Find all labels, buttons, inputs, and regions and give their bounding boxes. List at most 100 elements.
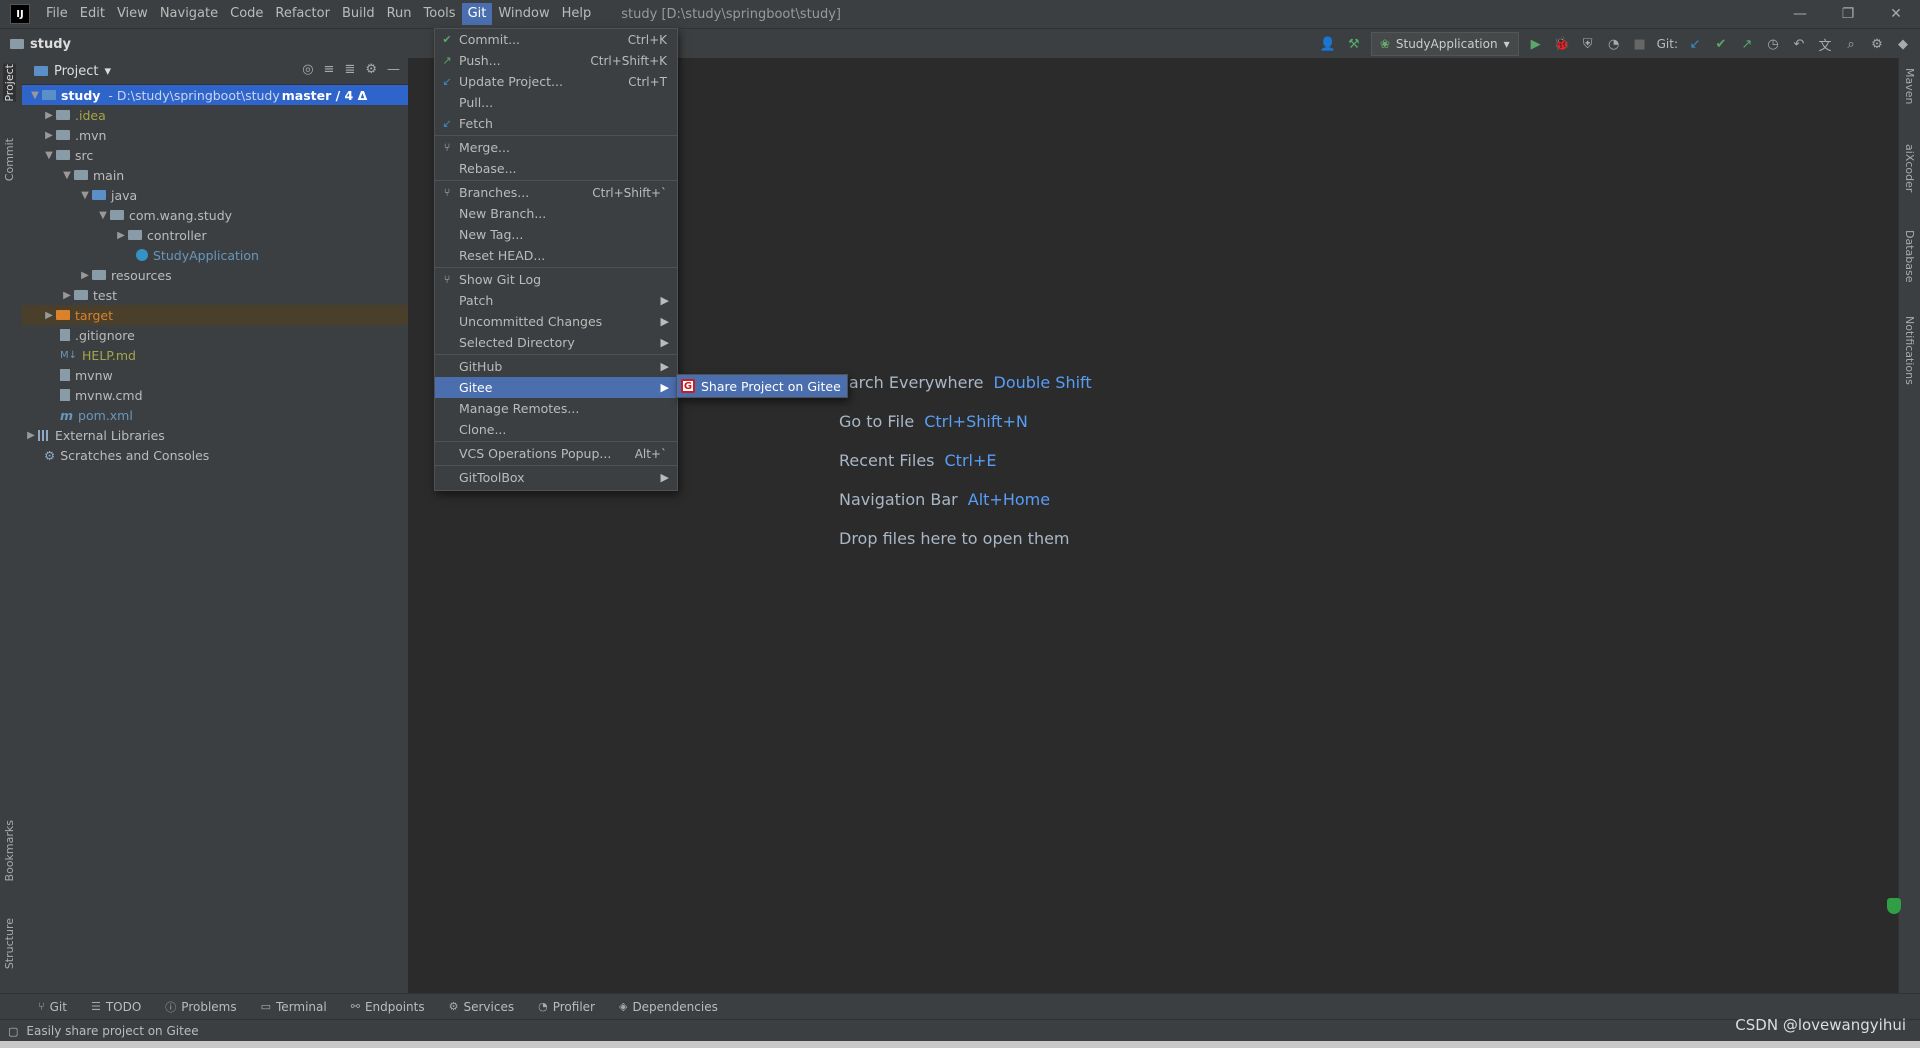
tree-row-java[interactable]: ▼ java	[22, 185, 408, 205]
tree-row-mvnw-cmd[interactable]: mvnw.cmd	[22, 385, 408, 405]
menu-git[interactable]: Git	[461, 3, 493, 25]
git-menu-uncommitted-changes[interactable]: Uncommitted Changes ▶	[435, 311, 677, 332]
tree-row-mvnw[interactable]: mvnw	[22, 365, 408, 385]
tool-tab-aixcoder[interactable]: aiXcoder	[1903, 144, 1916, 192]
tree-row-help-md[interactable]: M↓ HELP.md	[22, 345, 408, 365]
tree-row-mvn[interactable]: ▶ .mvn	[22, 125, 408, 145]
tree-row-main[interactable]: ▼ main	[22, 165, 408, 185]
tree-row-idea[interactable]: ▶ .idea	[22, 105, 408, 125]
chevron-down-icon[interactable]: ▼	[78, 190, 92, 201]
search-icon[interactable]: ⌕	[1842, 35, 1860, 53]
build-hammer-icon[interactable]: ⚒	[1345, 35, 1363, 53]
tool-tab-maven[interactable]: Maven	[1903, 68, 1916, 104]
git-menu-new-branch[interactable]: New Branch...	[435, 203, 677, 224]
tree-row-studyapplication[interactable]: StudyApplication	[22, 245, 408, 265]
git-menu-github[interactable]: GitHub ▶	[435, 356, 677, 377]
menu-edit[interactable]: Edit	[74, 3, 111, 25]
collapse-all-icon[interactable]: ≣	[344, 62, 355, 77]
tree-row-external-libraries[interactable]: ▶ External Libraries	[22, 425, 408, 445]
git-menu-reset-head[interactable]: Reset HEAD...	[435, 245, 677, 266]
restore-icon[interactable]: ❐	[1824, 0, 1872, 28]
ide-icon[interactable]: ◆	[1894, 35, 1912, 53]
chevron-right-icon[interactable]: ▶	[114, 230, 128, 241]
gear-icon[interactable]: ⚙	[1868, 35, 1886, 53]
tree-row-gitignore[interactable]: .gitignore	[22, 325, 408, 345]
chevron-right-icon[interactable]: ▶	[24, 430, 38, 441]
tool-endpoints[interactable]: ⚯ Endpoints	[341, 1000, 435, 1014]
gitee-submenu-share-project[interactable]: G Share Project on Gitee	[676, 374, 848, 398]
translate-icon[interactable]: 文	[1816, 35, 1834, 54]
git-menu-push[interactable]: ↗ Push... Ctrl+Shift+K	[435, 50, 677, 71]
tool-tab-notifications[interactable]: Notifications	[1903, 316, 1916, 385]
git-push-icon[interactable]: ↗	[1738, 35, 1756, 53]
menu-tools[interactable]: Tools	[418, 3, 462, 25]
menu-window[interactable]: Window	[492, 3, 555, 25]
git-menu-update-project[interactable]: ↙ Update Project... Ctrl+T	[435, 71, 677, 92]
user-icon[interactable]: 👤	[1319, 35, 1337, 53]
tool-problems[interactable]: ⓘ Problems	[155, 999, 246, 1015]
tree-row-target[interactable]: ▶ target	[22, 305, 408, 325]
menu-build[interactable]: Build	[336, 3, 381, 25]
coverage-icon[interactable]: ⛨	[1579, 35, 1597, 53]
menu-view[interactable]: View	[111, 3, 154, 25]
chevron-down-icon[interactable]: ▼	[60, 170, 74, 181]
git-update-icon[interactable]: ↙	[1686, 35, 1704, 53]
chevron-down-icon[interactable]: ▾	[104, 64, 111, 79]
chevron-right-icon[interactable]: ▶	[42, 110, 56, 121]
tree-row-study[interactable]: ▼ study - D:\study\springboot\study mast…	[22, 85, 408, 105]
tree-row-pom-xml[interactable]: m pom.xml	[22, 405, 408, 425]
tool-tab-bookmarks[interactable]: Bookmarks	[3, 820, 16, 881]
chevron-right-icon[interactable]: ▶	[60, 290, 74, 301]
history-icon[interactable]: ◷	[1764, 35, 1782, 53]
profile-icon[interactable]: ◔	[1605, 35, 1623, 53]
chevron-right-icon[interactable]: ▶	[42, 130, 56, 141]
run-configuration-selector[interactable]: ❀ StudyApplication ▾	[1370, 32, 1519, 56]
tree-row-test[interactable]: ▶ test	[22, 285, 408, 305]
git-menu-gitee[interactable]: Gitee ▶	[435, 377, 677, 398]
menu-run[interactable]: Run	[381, 3, 418, 25]
tree-row-package[interactable]: ▼ com.wang.study	[22, 205, 408, 225]
close-icon[interactable]: ✕	[1872, 0, 1920, 28]
tree-row-scratches[interactable]: ⚙ Scratches and Consoles	[22, 445, 408, 465]
expand-all-icon[interactable]: ≡	[324, 62, 335, 77]
chevron-down-icon[interactable]: ▼	[42, 150, 56, 161]
status-window-icon[interactable]: ▢	[8, 1025, 18, 1038]
tool-tab-commit[interactable]: Commit	[3, 138, 16, 181]
git-menu-clone[interactable]: Clone...	[435, 419, 677, 440]
menu-file[interactable]: File	[40, 3, 74, 25]
tool-tab-database[interactable]: Database	[1903, 230, 1916, 283]
tree-row-controller[interactable]: ▶ controller	[22, 225, 408, 245]
tool-profiler[interactable]: ◔ Profiler	[528, 1000, 605, 1014]
chevron-right-icon[interactable]: ▶	[42, 310, 56, 321]
menu-code[interactable]: Code	[224, 3, 269, 25]
tool-dependencies[interactable]: ◈ Dependencies	[609, 1000, 728, 1014]
stop-icon[interactable]: ■	[1631, 35, 1649, 53]
git-menu-fetch[interactable]: ↙ Fetch	[435, 113, 677, 134]
git-menu-commit[interactable]: ✔ Commit... Ctrl+K	[435, 29, 677, 50]
git-menu-branches[interactable]: ⑂ Branches... Ctrl+Shift+`	[435, 182, 677, 203]
git-menu-patch[interactable]: Patch ▶	[435, 290, 677, 311]
menu-navigate[interactable]: Navigate	[154, 3, 224, 25]
tool-tab-structure[interactable]: Structure	[3, 918, 16, 969]
git-menu-show-git-log[interactable]: ⑂ Show Git Log	[435, 269, 677, 290]
tool-tab-project[interactable]: Project	[3, 64, 16, 102]
git-menu-new-tag[interactable]: New Tag...	[435, 224, 677, 245]
git-menu-pull[interactable]: Pull...	[435, 92, 677, 113]
menu-refactor[interactable]: Refactor	[269, 3, 336, 25]
debug-icon[interactable]: 🐞	[1553, 35, 1571, 53]
tree-row-src[interactable]: ▼ src	[22, 145, 408, 165]
tool-terminal[interactable]: ▭ Terminal	[251, 1000, 337, 1014]
breadcrumb[interactable]: study	[10, 37, 71, 52]
locate-icon[interactable]: ◎	[302, 62, 313, 77]
tree-row-resources[interactable]: ▶ resources	[22, 265, 408, 285]
tool-git[interactable]: ⑂ Git	[28, 1000, 77, 1014]
project-panel-title[interactable]: Project	[54, 64, 98, 79]
hide-icon[interactable]: —	[387, 62, 400, 77]
git-menu-manage-remotes[interactable]: Manage Remotes...	[435, 398, 677, 419]
minimize-icon[interactable]: —	[1776, 0, 1824, 28]
git-menu-selected-directory[interactable]: Selected Directory ▶	[435, 332, 677, 353]
rollback-icon[interactable]: ↶	[1790, 35, 1808, 53]
git-menu-gittoolbox[interactable]: GitToolBox ▶	[435, 467, 677, 488]
gear-icon[interactable]: ⚙	[365, 62, 377, 77]
git-menu-vcs-operations-popup[interactable]: VCS Operations Popup... Alt+`	[435, 443, 677, 464]
